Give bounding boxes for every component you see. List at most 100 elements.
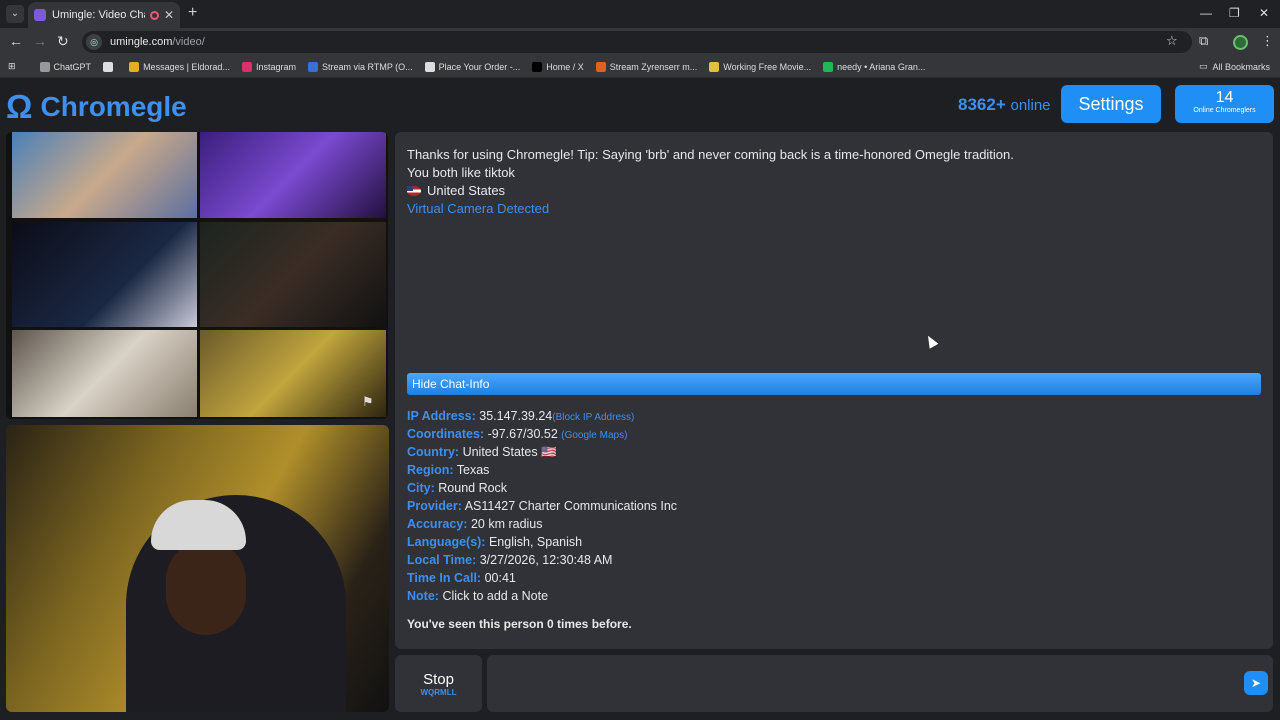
- report-flag-icon[interactable]: ⚑: [362, 394, 376, 409]
- back-icon[interactable]: ←: [9, 33, 23, 49]
- bookmark-item[interactable]: ChatGPT: [39, 61, 92, 72]
- info-accuracy-value: 20 km radius: [470, 517, 543, 531]
- bookmark-item[interactable]: Stream Zyrenserr m...: [595, 61, 698, 72]
- bookmark-item[interactable]: Home / X: [532, 61, 584, 72]
- menu-kebab-icon[interactable]: ⋮: [1261, 33, 1274, 49]
- bookmark-star-icon[interactable]: ☆: [1166, 33, 1178, 49]
- online-chromeglers-badge[interactable]: 14 Online Chromeglers: [1175, 85, 1274, 123]
- stranger-country-text: United States: [427, 183, 506, 198]
- bookmark-favicon-icon: [39, 61, 50, 72]
- all-bookmarks-label: All Bookmarks: [1212, 61, 1270, 72]
- bookmark-favicon-icon: [595, 61, 606, 72]
- all-bookmarks-button[interactable]: ▭ All Bookmarks: [1199, 61, 1270, 72]
- info-coordinates: Coordinates: -97.67/30.52 (Google Maps): [407, 427, 627, 441]
- online-count: 8362+ online: [958, 95, 1051, 115]
- stop-button[interactable]: Stop WQRMLL: [395, 655, 482, 712]
- close-tab-icon[interactable]: ✕: [164, 8, 174, 22]
- bookmark-item[interactable]: Stream via RTMP (O...: [307, 61, 413, 72]
- info-region-key: Region:: [407, 463, 454, 477]
- info-ip: IP Address: 35.147.39.24(Block IP Addres…: [407, 409, 634, 423]
- info-time-in-call-value: 00:41: [484, 571, 516, 585]
- bookmark-item[interactable]: Messages | Eldorad...: [129, 61, 230, 72]
- info-region-value: Texas: [456, 463, 490, 477]
- settings-button[interactable]: Settings: [1061, 85, 1161, 123]
- apps-grid-icon[interactable]: ⊞: [8, 61, 16, 72]
- bookmark-label: Working Free Movie...: [723, 61, 812, 72]
- profile-avatar[interactable]: [1233, 35, 1248, 50]
- stranger-country: United States: [407, 183, 505, 198]
- bookmark-item[interactable]: needy • Ariana Gran...: [823, 61, 926, 72]
- info-provider: Provider: AS11427 Charter Communications…: [407, 499, 677, 513]
- url-domain: umingle.com: [110, 36, 173, 48]
- new-tab-icon[interactable]: +: [188, 4, 197, 22]
- bookmark-favicon-icon: [532, 61, 543, 72]
- stranger-video-tile: [12, 132, 197, 218]
- chromegle-logo[interactable]: Ω Chromegle: [6, 88, 187, 126]
- logo-text: Chromegle: [40, 91, 187, 122]
- info-city-key: City:: [407, 481, 435, 495]
- bookmark-item[interactable]: Place Your Order -...: [424, 61, 520, 72]
- address-bar[interactable]: ◎ umingle.com/video/: [82, 31, 1192, 53]
- info-note-value[interactable]: Click to add a Note: [442, 589, 548, 603]
- info-accuracy-key: Accuracy:: [407, 517, 468, 531]
- stranger-video-tile: [200, 132, 386, 218]
- info-languages: Language(s): English, Spanish: [407, 535, 582, 549]
- info-country-key: Country:: [407, 445, 460, 459]
- minimize-icon[interactable]: —: [1200, 6, 1212, 20]
- stranger-video-tile: [12, 330, 197, 417]
- forward-icon[interactable]: →: [33, 33, 47, 49]
- site-favicon-icon: [34, 9, 46, 21]
- bookmark-item[interactable]: [103, 61, 117, 72]
- info-note[interactable]: Note: Click to add a Note: [407, 589, 548, 603]
- online-number: 8362+: [958, 95, 1006, 114]
- send-icon[interactable]: ➤: [1244, 671, 1268, 695]
- google-maps-link[interactable]: (Google Maps): [561, 430, 627, 441]
- info-ip-key: IP Address:: [407, 409, 476, 423]
- bookmark-label: ChatGPT: [53, 61, 92, 72]
- stop-shortcut: WQRMLL: [420, 688, 457, 697]
- bookmark-favicon-icon: [307, 61, 318, 72]
- tab-list-icon[interactable]: ⌄: [6, 5, 24, 23]
- info-local-time-value: 3/27/2026, 12:30:48 AM: [479, 553, 613, 567]
- restore-icon[interactable]: ❐: [1229, 6, 1240, 20]
- chromegle-page: Ω Chromegle 8362+ online Settings 14 Onl…: [0, 79, 1280, 720]
- bookmark-label: Stream Zyrenserr m...: [609, 61, 698, 72]
- tab-title: Umingle: Video Chat with S: [52, 9, 145, 21]
- hide-chat-info-button[interactable]: Hide Chat-Info: [407, 373, 1261, 395]
- block-ip-link[interactable]: (Block IP Address): [552, 412, 634, 423]
- site-info-icon[interactable]: ◎: [86, 34, 102, 50]
- virtual-camera-notice[interactable]: Virtual Camera Detected: [407, 201, 549, 216]
- info-coordinates-value: -97.67/30.52: [487, 427, 558, 441]
- info-city-value: Round Rock: [438, 481, 508, 495]
- bookmark-favicon-icon: [823, 61, 834, 72]
- browser-toolbar: ← → ↻ ◎ umingle.com/video/ ☆ ⧉ ⋮: [0, 28, 1280, 56]
- browser-tab-active[interactable]: Umingle: Video Chat with S ✕: [28, 2, 180, 28]
- folder-icon: ▭: [1198, 61, 1208, 71]
- stranger-video-tile: [200, 222, 386, 327]
- info-ip-value: 35.147.39.24: [479, 409, 553, 423]
- bookmark-item[interactable]: Instagram: [241, 61, 296, 72]
- bookmark-label: needy • Ariana Gran...: [837, 61, 926, 72]
- seen-count: You've seen this person 0 times before.: [407, 617, 632, 631]
- info-time-in-call-key: Time In Call:: [407, 571, 482, 585]
- reload-icon[interactable]: ↻: [57, 33, 69, 50]
- info-provider-value: AS11427 Charter Communications Inc: [464, 499, 678, 513]
- close-window-icon[interactable]: ✕: [1259, 6, 1269, 20]
- stranger-video-tile: [200, 330, 386, 417]
- info-country: Country: United States 🇺🇸: [407, 445, 557, 460]
- chat-panel: Thanks for using Chromegle! Tip: Saying …: [395, 132, 1273, 649]
- info-coordinates-key: Coordinates:: [407, 427, 485, 441]
- bookmark-favicon-icon: [241, 61, 252, 72]
- bookmark-item[interactable]: Working Free Movie...: [709, 61, 812, 72]
- browser-tabbar: ⌄ Umingle: Video Chat with S ✕ + — ❐ ✕: [0, 0, 1280, 28]
- message-input[interactable]: [487, 655, 1273, 712]
- extensions-icon[interactable]: ⧉: [1199, 33, 1208, 49]
- info-time-in-call: Time In Call: 00:41: [407, 571, 516, 585]
- info-accuracy: Accuracy: 20 km radius: [407, 517, 543, 531]
- bookmark-favicon-icon: [129, 61, 140, 72]
- info-note-key: Note:: [407, 589, 439, 603]
- bookmarks-bar: ⊞ ChatGPT Messages | Eldorad... Instagram S…: [0, 56, 1280, 78]
- chat-tip: Thanks for using Chromegle! Tip: Saying …: [407, 147, 1014, 162]
- self-video: [6, 425, 389, 712]
- bookmark-label: Stream via RTMP (O...: [321, 61, 413, 72]
